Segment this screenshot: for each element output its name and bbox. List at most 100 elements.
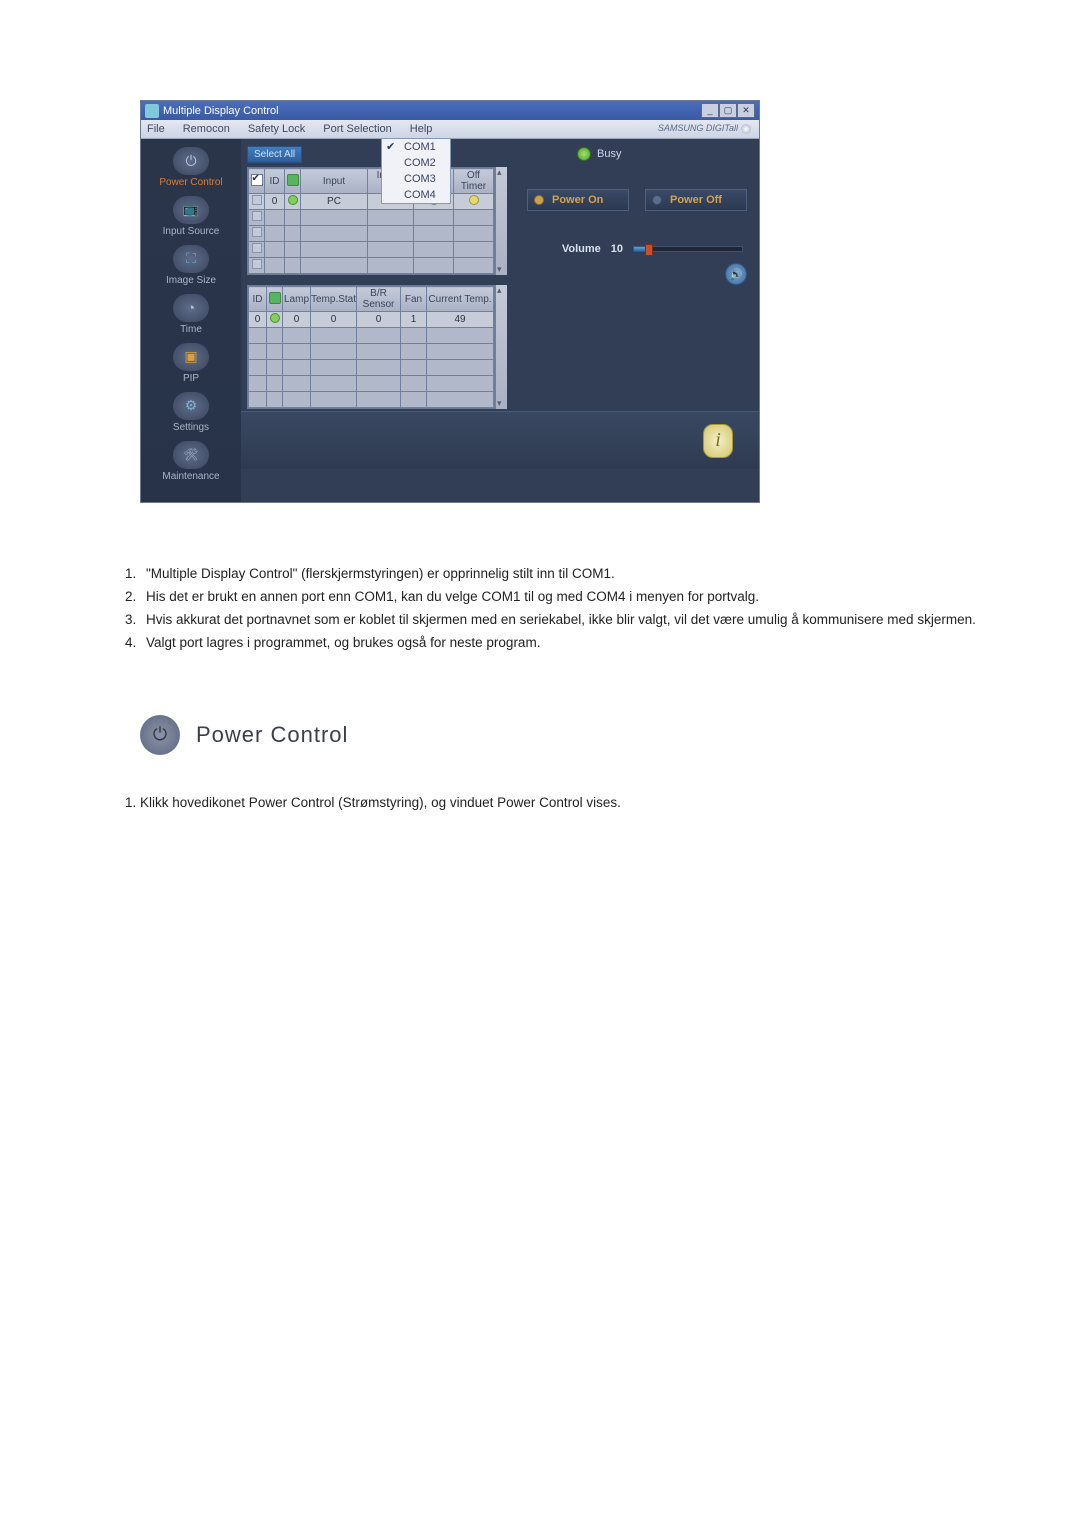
cell-lamp: 0 xyxy=(283,312,311,328)
row-checkbox[interactable] xyxy=(252,243,262,253)
status-dot-icon xyxy=(270,313,280,323)
sidebar-item-pip[interactable]: PIP xyxy=(173,343,209,384)
sidebar-item-image-size[interactable]: Image Size xyxy=(166,245,216,286)
power-section-icon: ⏻ xyxy=(140,715,180,755)
col-current-temp: Current Temp. xyxy=(427,287,494,312)
close-button[interactable]: ✕ xyxy=(737,103,755,118)
sidebar-label: Maintenance xyxy=(162,471,219,482)
port-option-com3[interactable]: COM3 xyxy=(382,171,450,187)
col-temp-status: Temp.Status xyxy=(311,287,357,312)
menu-safety-lock[interactable]: Safety Lock xyxy=(248,123,305,135)
sidebar-item-input-source[interactable]: Input Source xyxy=(163,196,220,237)
scrollbar[interactable] xyxy=(495,285,507,409)
section-heading: ⏻ Power Control xyxy=(140,715,1020,755)
col-lamp: Lamp xyxy=(283,287,311,312)
bullet-icon xyxy=(534,195,544,205)
title-bar: Multiple Display Control _ ▢ ✕ xyxy=(141,101,759,120)
slider-thumb-icon[interactable] xyxy=(645,244,653,256)
port-option-com2[interactable]: COM2 xyxy=(382,155,450,171)
sidebar-item-settings[interactable]: Settings xyxy=(173,392,209,433)
volume-label: Volume xyxy=(562,243,601,255)
sidebar-item-maintenance[interactable]: Maintenance xyxy=(162,441,219,482)
list-item: Hvis akkurat det portnavnet som er koble… xyxy=(140,609,1020,632)
table-row[interactable] xyxy=(249,210,494,226)
sensor-grid: ID Lamp Temp.Status B/R Sensor Fan Curre… xyxy=(247,285,495,409)
col-id: ID xyxy=(265,169,285,194)
power-off-button[interactable]: Power Off xyxy=(645,189,747,211)
menu-port-selection[interactable]: Port Selection xyxy=(323,123,391,135)
port-selection-dropdown: COM1 COM2 COM3 COM4 xyxy=(381,138,451,204)
table-row[interactable] xyxy=(249,226,494,242)
select-all-button[interactable]: Select All xyxy=(247,146,302,163)
off-timer-dot-icon xyxy=(469,195,479,205)
speaker-button[interactable]: 🔊 xyxy=(725,263,747,285)
check-all-icon[interactable] xyxy=(251,174,263,186)
table-row[interactable] xyxy=(249,258,494,274)
bullet-icon xyxy=(652,195,662,205)
pip-icon xyxy=(173,343,209,371)
row-checkbox[interactable] xyxy=(252,195,262,205)
table-row[interactable] xyxy=(249,344,494,360)
power-on-button[interactable]: Power On xyxy=(527,189,629,211)
status-header-icon xyxy=(287,174,299,186)
col-select[interactable] xyxy=(249,169,265,194)
cell-cur-temp: 49 xyxy=(427,312,494,328)
col-status xyxy=(267,287,283,312)
power-icon xyxy=(173,147,209,175)
section-title: Power Control xyxy=(196,722,348,748)
cell-fan: 1 xyxy=(401,312,427,328)
list-item: Klikk hovedikonet Power Control (Strømst… xyxy=(140,795,1020,810)
scrollbar[interactable] xyxy=(495,167,507,275)
col-br-sensor: B/R Sensor xyxy=(357,287,401,312)
cell-temp: 0 xyxy=(311,312,357,328)
app-window: Multiple Display Control _ ▢ ✕ File Remo… xyxy=(140,100,760,503)
sidebar-label: Power Control xyxy=(159,177,222,188)
volume-slider[interactable] xyxy=(633,246,743,252)
status-header-icon xyxy=(269,292,281,304)
cell-id: 0 xyxy=(265,194,285,210)
cell-input: PC xyxy=(301,194,368,210)
info-button[interactable]: i xyxy=(703,424,733,458)
table-row[interactable]: 0 0 0 0 1 49 xyxy=(249,312,494,328)
sidebar-item-time[interactable]: Time xyxy=(173,294,209,335)
sidebar-label: Time xyxy=(180,324,202,335)
table-row[interactable] xyxy=(249,242,494,258)
menu-bar: File Remocon Safety Lock Port Selection … xyxy=(141,120,759,139)
sidebar: Power Control Input Source Image Size Ti… xyxy=(141,139,241,502)
image-size-icon xyxy=(173,245,209,273)
table-row[interactable]: 0 PC 16:9 xyxy=(249,194,494,210)
row-checkbox[interactable] xyxy=(252,227,262,237)
brand-label: SAMSUNG DIGITall xyxy=(658,123,751,134)
sidebar-label: PIP xyxy=(183,373,199,384)
menu-file[interactable]: File xyxy=(147,123,165,135)
port-option-com1[interactable]: COM1 xyxy=(382,139,450,155)
table-row[interactable] xyxy=(249,328,494,344)
table-row[interactable] xyxy=(249,376,494,392)
row-checkbox[interactable] xyxy=(252,259,262,269)
maximize-button[interactable]: ▢ xyxy=(719,103,737,118)
busy-indicator-icon xyxy=(577,147,591,161)
col-fan: Fan xyxy=(401,287,427,312)
col-id: ID xyxy=(249,287,267,312)
display-status-grid: ID Input Image Size On Timer Off Timer xyxy=(247,167,495,275)
info-icon: i xyxy=(715,429,721,452)
port-option-com4[interactable]: COM4 xyxy=(382,187,450,203)
app-icon xyxy=(145,104,159,118)
table-row[interactable] xyxy=(249,360,494,376)
busy-label: Busy xyxy=(597,148,621,160)
window-title: Multiple Display Control xyxy=(163,105,279,117)
menu-remocon[interactable]: Remocon xyxy=(183,123,230,135)
sidebar-item-power-control[interactable]: Power Control xyxy=(159,147,222,188)
col-input: Input xyxy=(301,169,368,194)
control-panel: Busy Power On Power Off xyxy=(517,145,753,409)
list-item: His det er brukt en annen port enn COM1,… xyxy=(140,586,1020,609)
settings-icon xyxy=(173,392,209,420)
minimize-button[interactable]: _ xyxy=(701,103,719,118)
app-footer: i xyxy=(241,411,759,469)
menu-help[interactable]: Help xyxy=(410,123,433,135)
row-checkbox[interactable] xyxy=(252,211,262,221)
cell-br: 0 xyxy=(357,312,401,328)
col-off-timer: Off Timer xyxy=(454,169,494,194)
table-row[interactable] xyxy=(249,392,494,408)
power-on-label: Power On xyxy=(552,194,603,206)
